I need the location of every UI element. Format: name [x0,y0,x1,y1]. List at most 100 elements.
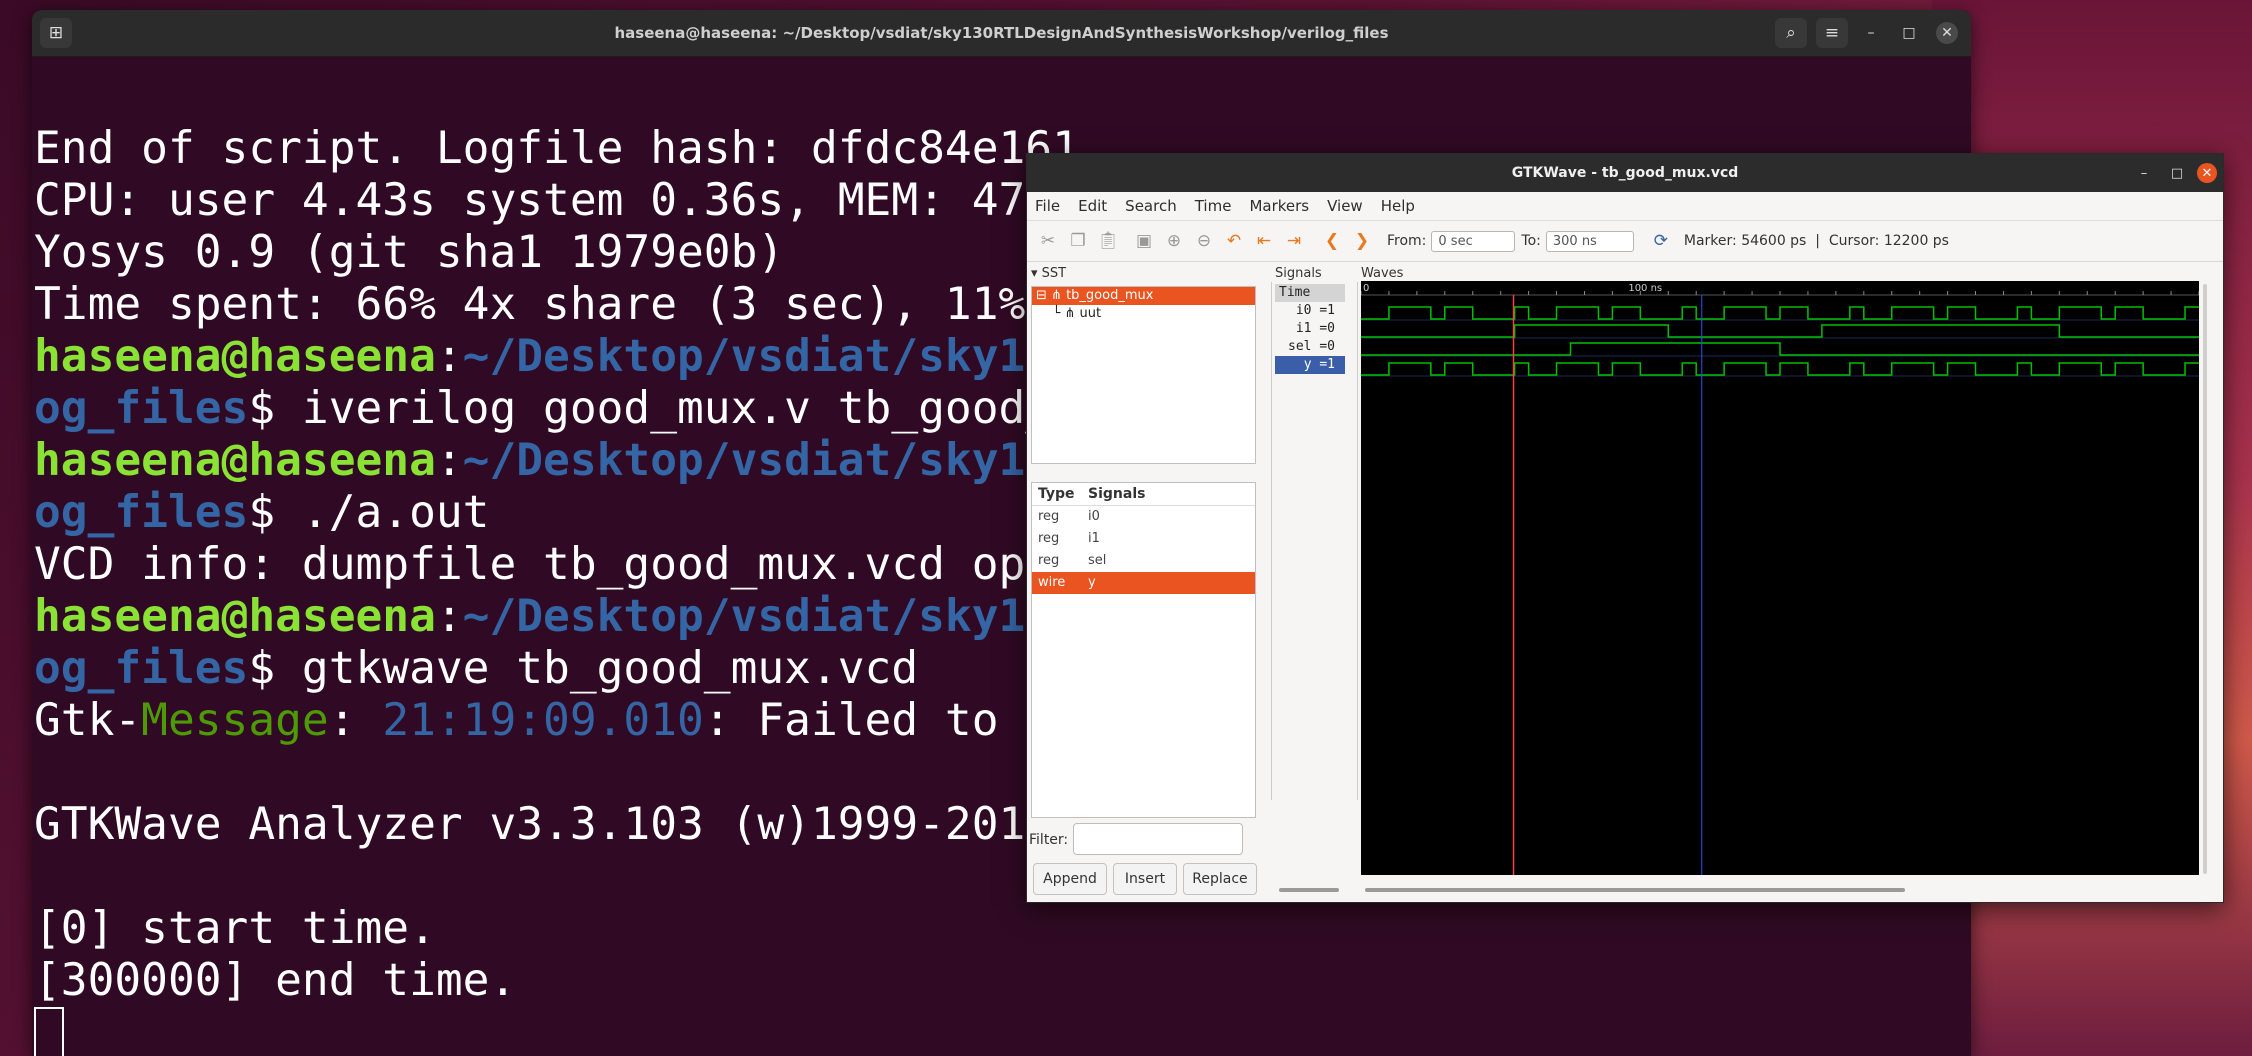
signal-value-row[interactable]: y =1 [1275,356,1345,374]
signal-value-row[interactable]: i0 =1 [1275,302,1345,320]
sst-tree[interactable]: ⊟ ⋔ tb_good_mux └ ⋔ uut [1031,286,1256,464]
signal-name: sel [1088,553,1107,568]
undo-zoom-icon[interactable]: ↶ [1221,228,1247,254]
time-row[interactable]: Time [1275,284,1345,302]
gtkwave-window[interactable]: GTKWave - tb_good_mux.vcd – □ ✕ File Edit… [1026,153,2224,903]
terminal-text: [0] start time. [34,903,436,954]
signal-table-row[interactable]: reg i1 [1032,528,1255,550]
panel-divider [1271,282,1272,800]
zoom-to-start-icon[interactable]: ⇤ [1251,228,1277,254]
paste-icon[interactable]: 📋︎ [1095,228,1121,254]
signal-table-row[interactable]: reg sel [1032,550,1255,572]
waves-scrollbar[interactable] [1365,888,1905,892]
insert-button[interactable]: Insert [1113,863,1177,895]
terminal-titlebar[interactable]: ⊞ haseena@haseena: ~/Desktop/vsdiat/sky1… [32,10,1971,57]
sst-header[interactable]: ▾ SST [1031,266,1066,281]
sst-tree-item[interactable]: └ ⋔ uut [1032,305,1255,323]
terminal-title: haseena@haseena: ~/Desktop/vsdiat/sky130… [614,24,1389,42]
hamburger-menu-icon[interactable]: ≡ [1816,18,1848,48]
sst-panel: ▾ SST ⊟ ⋔ tb_good_mux └ ⋔ uut Type Signa… [1027,262,1259,902]
replace-button[interactable]: Replace [1183,863,1257,895]
signal-type-table[interactable]: Type Signals reg i0 reg i1 reg sel wire y [1031,482,1256,818]
menu-edit[interactable]: Edit [1078,197,1107,215]
menu-view[interactable]: View [1327,197,1363,215]
copy-icon[interactable]: ❐ [1065,228,1091,254]
terminal-text: haseena@haseena [34,435,436,486]
waveform-i0 [1361,306,2199,320]
signal-value-row[interactable]: sel =0 [1275,338,1345,356]
signal-table-row[interactable]: wire y [1032,572,1255,594]
terminal-text: haseena@haseena [34,591,436,642]
reload-icon[interactable]: ⟳ [1648,228,1674,254]
from-label: From: [1387,233,1427,249]
close-icon[interactable]: ✕ [1936,22,1958,44]
terminal-text: ~/Desktop/vsdiat/sky13 [462,435,1053,486]
sst-tree-label: uut [1079,306,1102,321]
terminal-text: og_files [34,383,249,434]
sst-tree-label: tb_good_mux [1066,288,1154,303]
time-start-label: 0 [1363,283,1369,294]
to-label: To: [1521,233,1541,249]
waves-vertical-scrollbar[interactable] [2203,284,2207,874]
signals-column-header[interactable]: Signals [1088,483,1145,505]
maximize-icon[interactable]: □ [1898,22,1920,44]
terminal-text: Gtk- [34,695,142,746]
terminal-text: [300000] end time. [34,955,517,1006]
terminal-text: $ ./a.out [248,487,490,538]
sst-tree-item[interactable]: ⊟ ⋔ tb_good_mux [1032,287,1255,305]
signal-type: reg [1038,553,1060,568]
terminal-prompt-line [34,1007,1971,1056]
signal-table-row[interactable]: reg i0 [1032,506,1255,528]
menu-search[interactable]: Search [1125,197,1177,215]
terminal-line: [0] start time. [34,903,1971,955]
expander-arrow-icon[interactable]: ▾ [1031,266,1038,281]
zoom-out-icon[interactable]: ⊖ [1191,228,1217,254]
cut-icon[interactable]: ✂ [1035,228,1061,254]
gtkwave-titlebar[interactable]: GTKWave - tb_good_mux.vcd – □ ✕ [1027,154,2223,192]
terminal-text: og_files [34,643,249,694]
close-icon[interactable]: ✕ [2197,163,2217,183]
signal-names-list[interactable]: Time i0 =1 i1 =0 sel =0 y =1 [1275,284,1345,864]
terminal-text: Time spent: 66% 4x share (3 sec), 11% [34,279,1026,330]
filter-input[interactable] [1073,823,1243,855]
text-cursor[interactable] [34,1007,64,1056]
waveform-y [1361,362,2199,376]
signals-scrollbar[interactable] [1279,888,1339,892]
search-icon[interactable]: ⌕ [1775,18,1807,48]
signal-name: i0 [1088,509,1100,524]
terminal-text: og_files [34,487,249,538]
to-input[interactable]: 300 ns [1545,230,1634,252]
waveform-svg[interactable]: 0 100 ns [1361,281,2199,875]
waveform-canvas[interactable]: 0 100 ns [1361,281,2199,875]
terminal-text: $ gtkwave tb_good_mux.vcd [248,643,919,694]
terminal-text: CPU: user 4.43s system 0.36s, MEM: 47. [34,175,1053,226]
minimize-icon[interactable]: – [2134,163,2154,183]
from-input[interactable]: 0 sec [1431,230,1516,252]
maximize-icon[interactable]: □ [2167,163,2187,183]
zoom-to-end-icon[interactable]: ⇥ [1281,228,1307,254]
time-100ns-label: 100 ns [1628,283,1662,294]
signal-type: reg [1038,531,1060,546]
terminal-text: : [328,695,383,746]
panel-divider [1357,282,1358,800]
signal-type: wire [1038,575,1066,590]
waveform-i1 [1361,324,2199,338]
append-button[interactable]: Append [1033,863,1107,895]
signal-value-row[interactable]: i1 =0 [1275,320,1345,338]
terminal-text: GTKWave Analyzer v3.3.103 (w)1999-2019 [34,799,1053,850]
menu-time[interactable]: Time [1195,197,1232,215]
type-column-header[interactable]: Type [1032,483,1088,505]
zoom-fit-icon[interactable]: ▣ [1131,228,1157,254]
find-previous-edge-icon[interactable]: ❮ [1319,228,1345,254]
submodule-icon: └ ⋔ [1036,306,1080,321]
menu-help[interactable]: Help [1381,197,1415,215]
find-next-edge-icon[interactable]: ❯ [1349,228,1375,254]
menu-file[interactable]: File [1035,197,1060,215]
signals-panel-label: Signals [1275,266,1322,281]
gtkwave-title: GTKWave - tb_good_mux.vcd [1511,165,1739,181]
terminal-text: Message [141,695,329,746]
minimize-icon[interactable]: – [1860,22,1882,44]
menu-markers[interactable]: Markers [1249,197,1309,215]
toolbar: ✂ ❐ 📋︎ ▣ ⊕ ⊖ ↶ ⇤ ⇥ ❮ ❯ From: 0 sec To: 3… [1027,221,2223,262]
zoom-in-icon[interactable]: ⊕ [1161,228,1187,254]
